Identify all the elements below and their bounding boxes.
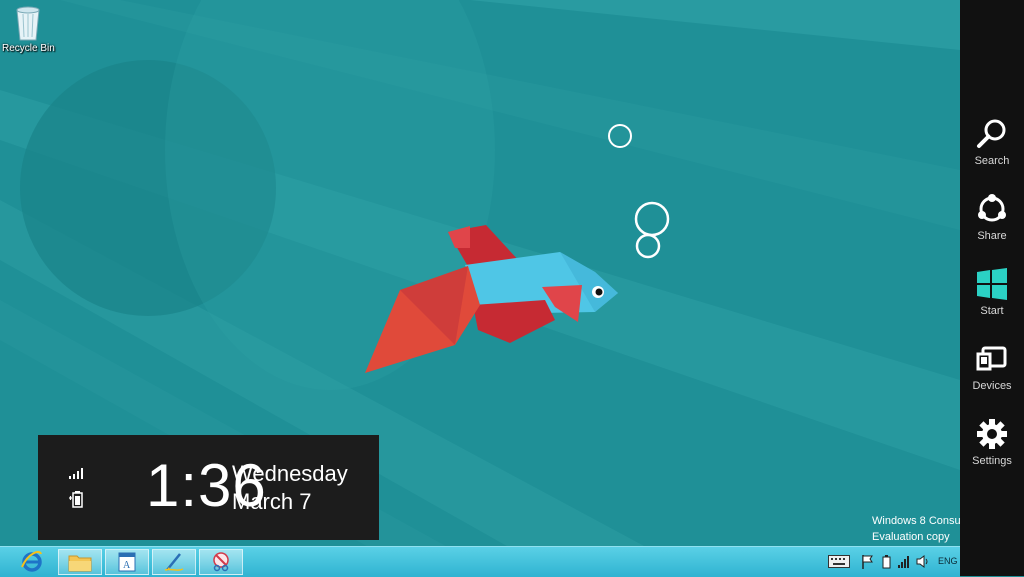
- signal-icon[interactable]: [898, 555, 912, 568]
- desktop[interactable]: Recycle Bin 1:36 Wednesday March 7 Windo…: [0, 0, 1024, 576]
- battery-icon: [69, 491, 83, 508]
- language-indicator[interactable]: ENG: [938, 556, 958, 566]
- recycle-bin-label: Recycle Bin: [2, 43, 55, 54]
- charm-settings[interactable]: Settings: [960, 416, 1024, 476]
- charm-devices-label: Devices: [972, 380, 1012, 392]
- charm-settings-label: Settings: [972, 455, 1012, 467]
- share-icon: [978, 194, 1006, 222]
- paint-icon: [164, 553, 184, 571]
- windows-logo-icon: [977, 268, 1007, 300]
- charm-start-label: Start: [980, 305, 1004, 317]
- taskbar: A ENG: [0, 546, 960, 577]
- taskbar-snipping-tool-button[interactable]: [199, 549, 243, 575]
- taskbar-file-explorer-button[interactable]: [58, 549, 102, 575]
- document-icon: A: [118, 552, 136, 572]
- charm-share[interactable]: Share: [960, 191, 1024, 251]
- devices-icon: [976, 346, 1007, 371]
- evaluation-watermark: Windows 8 Consu Evaluation copy: [840, 513, 960, 545]
- flag-icon[interactable]: [862, 555, 874, 569]
- gear-icon: [977, 419, 1007, 449]
- recycle-bin-icon: [16, 6, 40, 41]
- watermark-line-1: Windows 8 Consu: [872, 515, 960, 527]
- internet-explorer-icon: [21, 550, 42, 572]
- taskbar-wordpad-button[interactable]: A: [105, 549, 149, 575]
- volume-icon[interactable]: [916, 555, 930, 568]
- taskbar-paint-button[interactable]: [152, 549, 196, 575]
- svg-text:A: A: [123, 560, 131, 571]
- charm-search[interactable]: Search: [960, 116, 1024, 176]
- charms-bar: Search Share Start Devices Settings: [960, 0, 1024, 576]
- charm-start[interactable]: Start: [960, 266, 1024, 326]
- signal-icon: [69, 468, 83, 479]
- folder-icon: [68, 555, 92, 572]
- clock-day: Wednesday: [232, 461, 348, 486]
- clock-date: March 7: [232, 489, 312, 514]
- keyboard-icon[interactable]: [828, 555, 850, 568]
- charm-search-label: Search: [974, 155, 1010, 167]
- taskbar-internet-explorer-button[interactable]: [10, 549, 54, 575]
- lock-clock-panel: 1:36 Wednesday March 7: [38, 435, 379, 540]
- recycle-bin-shortcut[interactable]: Recycle Bin: [2, 4, 55, 60]
- scissors-icon: [213, 552, 229, 572]
- status-icons: [68, 465, 88, 512]
- charm-devices[interactable]: Devices: [960, 341, 1024, 401]
- search-icon: [977, 119, 1006, 148]
- watermark-line-2: Evaluation copy: [872, 531, 950, 543]
- charm-share-label: Share: [977, 230, 1007, 242]
- battery-icon[interactable]: [880, 555, 894, 569]
